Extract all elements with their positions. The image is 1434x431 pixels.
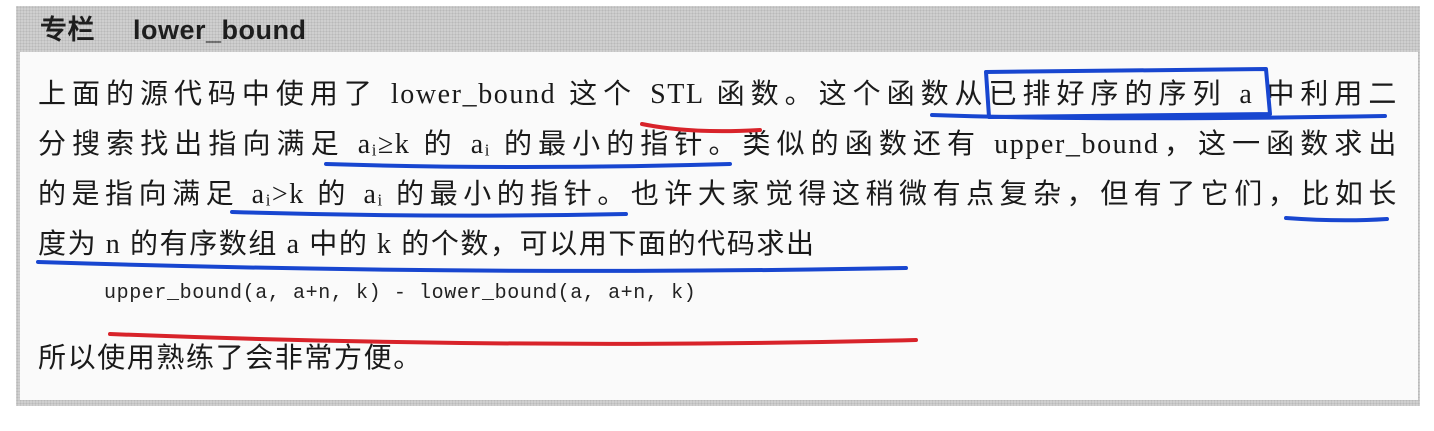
closing-sentence: 所以使用熟练了会非常方便。 [38, 343, 423, 374]
paragraph-line-3: 的是指向满足 aᵢ>k 的 aᵢ 的最小的指针。也许大家觉得这稍微有点复杂，但有… [38, 179, 1398, 210]
body-paragraph: 上面的源代码中使用了 lower_bound 这个 STL 函数。这个函数从已排… [38, 70, 1398, 270]
box-title: 专栏 lower_bound [40, 10, 307, 50]
code-snippet: upper_bound(a, a+n, k) - lower_bound(a, … [104, 282, 697, 305]
paragraph-line-4: 度为 n 的有序数组 a 中的 k 的个数，可以用下面的代码求出 [38, 229, 816, 260]
column-name: lower_bound [133, 15, 307, 45]
paragraph-line-1: 上面的源代码中使用了 lower_bound 这个 STL 函数。这个函数从已排… [38, 79, 1398, 110]
paragraph-line-2: 分搜索找出指向满足 aᵢ≥k 的 aᵢ 的最小的指针。类似的函数还有 upper… [38, 129, 1398, 160]
column-label: 专栏 [40, 15, 95, 45]
